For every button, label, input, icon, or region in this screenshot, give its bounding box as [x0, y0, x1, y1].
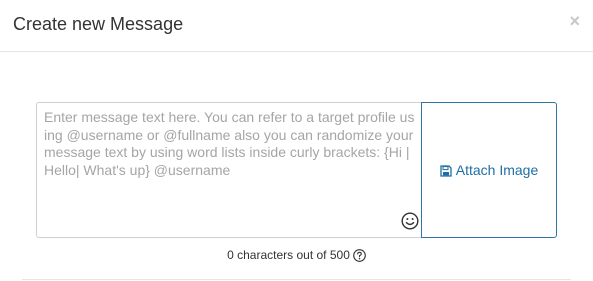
modal-header: Create new Message ×	[0, 0, 593, 52]
question-circle-icon[interactable]	[353, 249, 366, 262]
message-box	[36, 102, 422, 238]
smile-icon[interactable]	[401, 212, 419, 230]
character-counter-text: 0 characters out of 500	[227, 248, 350, 262]
footer-divider	[22, 279, 571, 280]
attach-image-label: Attach Image	[455, 162, 539, 178]
modal-title: Create new Message	[13, 14, 184, 34]
message-textarea[interactable]	[37, 103, 421, 237]
close-button[interactable]: ×	[569, 10, 580, 32]
message-composer: Attach Image	[36, 102, 557, 238]
attach-image-button[interactable]: Attach Image	[421, 102, 557, 238]
create-message-modal: Create new Message × Enter message text …	[0, 0, 593, 281]
character-counter: 0 characters out of 500	[0, 247, 593, 263]
save-floppy-icon	[440, 164, 452, 177]
